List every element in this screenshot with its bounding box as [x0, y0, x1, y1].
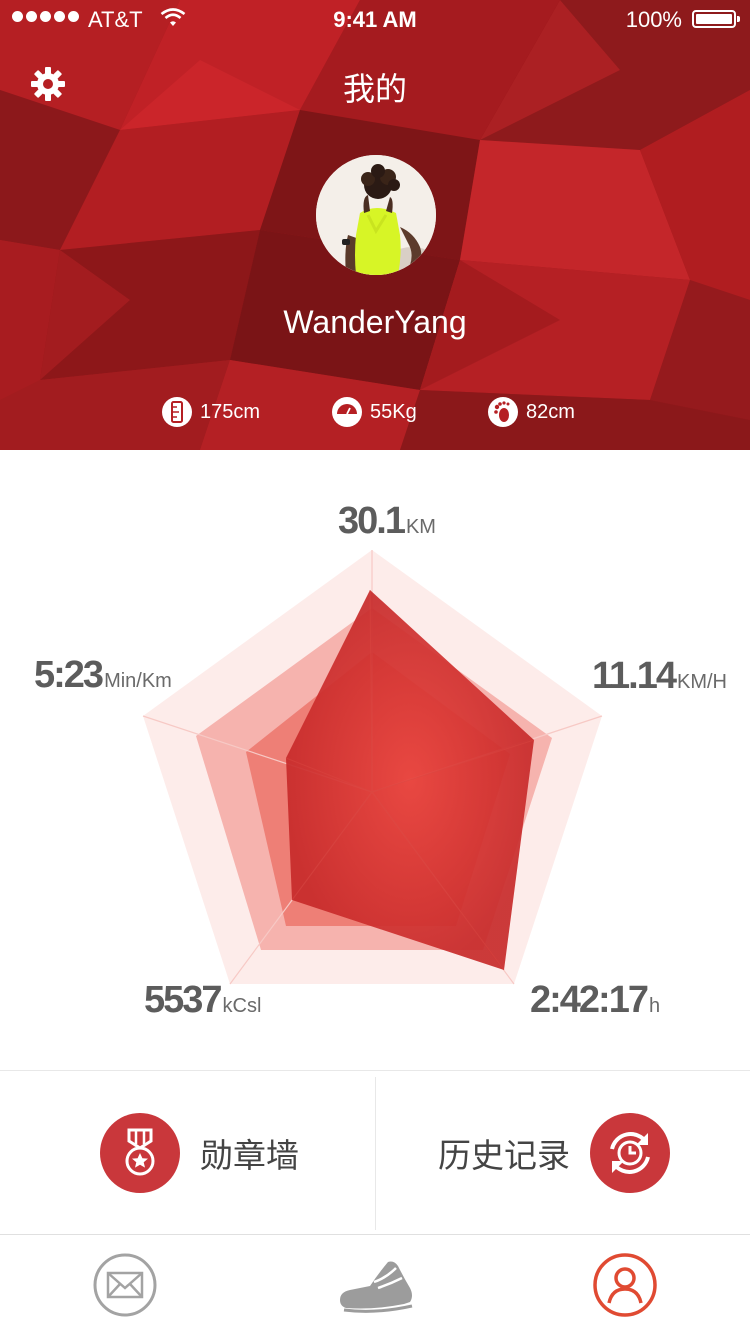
- stat-stride: 82cm: [488, 397, 575, 427]
- metric-speed: 11.14 KM/H: [592, 655, 727, 698]
- medal-icon: [100, 1112, 180, 1193]
- avatar-photo: [316, 155, 436, 275]
- pace-unit: Min/Km: [104, 670, 172, 692]
- history-button[interactable]: 历史记录: [438, 1071, 670, 1234]
- actions-divider: [375, 1077, 376, 1230]
- pace-value: 5:23: [34, 654, 104, 696]
- metric-distance: 30.1 KM: [338, 500, 436, 543]
- footprint-icon: [488, 397, 518, 427]
- weight-scale-icon: [332, 397, 362, 427]
- distance-unit: KM: [405, 516, 436, 538]
- stride-value: 82cm: [526, 400, 575, 423]
- mail-icon[interactable]: [92, 1252, 158, 1318]
- distance-value: 30.1: [338, 500, 406, 542]
- profile-icon[interactable]: [592, 1252, 658, 1318]
- username: WanderYang: [283, 304, 467, 340]
- speed-unit: KM/H: [677, 671, 727, 693]
- avatar[interactable]: [316, 155, 436, 275]
- duration-unit: h: [648, 995, 661, 1017]
- history-label: 历史记录: [438, 1136, 570, 1174]
- medal-wall-button[interactable]: 勋章墙: [100, 1071, 299, 1234]
- tab-bar: [0, 1236, 750, 1334]
- radar-chart: [142, 550, 603, 985]
- stat-height: 175cm: [162, 397, 260, 427]
- status-bar: AT&T 9:41 AM 100%: [0, 0, 750, 40]
- battery-icon: [692, 10, 740, 28]
- metric-calories: 5537 kCsl: [144, 979, 261, 1022]
- metric-pace: 5:23 Min/Km: [34, 654, 172, 697]
- battery-percentage: 100%: [625, 7, 682, 32]
- history-refresh-icon: [590, 1112, 670, 1193]
- metric-duration: 2:42:17 h: [530, 979, 660, 1022]
- page-title: 我的: [342, 71, 407, 107]
- quick-actions: 勋章墙 历史记录: [0, 1070, 750, 1235]
- profile-header: AT&T 9:41 AM 100% 我的 WanderYang 175cm 55…: [0, 0, 750, 450]
- duration-value: 2:42:17: [530, 979, 649, 1021]
- radar-chart-panel: 30.1 KM 11.14 KM/H 2:42:17 h 5537 kCsl 5:23 M…: [0, 452, 750, 1070]
- height-icon: [162, 397, 192, 427]
- calories-value: 5537: [144, 979, 223, 1021]
- stat-weight: 55Kg: [332, 397, 417, 427]
- height-value: 175cm: [200, 400, 261, 423]
- weight-value: 55Kg: [370, 400, 417, 423]
- calories-unit: kCsl: [222, 995, 262, 1017]
- speed-value: 11.14: [592, 655, 677, 697]
- running-shoe-icon[interactable]: [334, 1252, 416, 1318]
- medal-wall-label: 勋章墙: [200, 1136, 299, 1174]
